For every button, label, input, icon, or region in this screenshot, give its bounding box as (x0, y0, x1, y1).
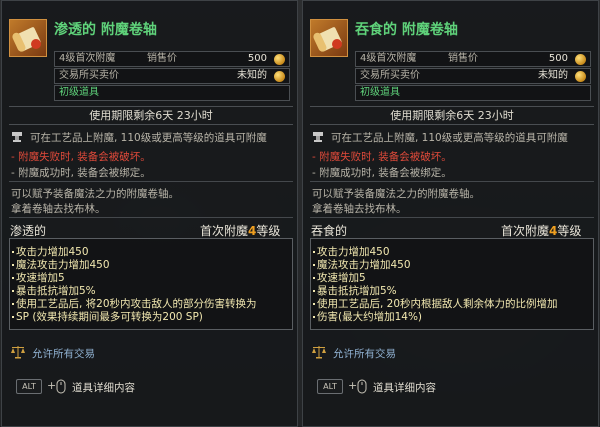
anvil-icon (313, 132, 323, 142)
enchant-requirement: 可在工艺品上附魔, 110级或更高等级的道具可附魔 (30, 132, 267, 144)
fail-warning: - 附魔失败时, 装备会被破坏。 (312, 151, 452, 163)
exchange-price-row: 交易所买卖价 未知的 (355, 68, 591, 84)
trade-permission: 允许所有交易 (333, 348, 396, 360)
expiry-period: 使用期限剩余6天 23小时 (310, 106, 594, 125)
stat-line-continued: SP (效果持续期间最多可转换为200 SP) (12, 311, 203, 323)
trade-permission: 允许所有交易 (32, 348, 95, 360)
enchant-tier-label: 4级首次附魔 (360, 53, 417, 64)
first-enchant-level: 首次附魔4等级 (200, 222, 280, 239)
stat-list: 攻击力增加450 魔法攻击力增加450 攻速增加5 暴击抵抗增加5% 使用工艺品… (9, 238, 293, 330)
scale-icon (312, 346, 326, 359)
alt-key: ALT (16, 379, 42, 394)
sale-price-row: 4级首次附魔 销售价 500 (355, 51, 591, 67)
expiry-period: 使用期限剩余6天 23小时 (9, 106, 293, 125)
divider (9, 181, 293, 182)
stat-line: 攻击力增加450 (313, 246, 390, 258)
sale-price-value: 500 (548, 53, 568, 64)
sale-price-label: 销售价 (448, 53, 478, 64)
enchant-tier-label: 4级首次附魔 (59, 53, 116, 64)
sale-price-label: 销售价 (147, 53, 177, 64)
stat-line-continued: 伤害(最大约增加14%) (312, 311, 423, 323)
gold-coin-icon (274, 71, 285, 82)
item-description: 可以赋予装备魔法之力的附魔卷轴。 (11, 188, 179, 200)
gold-coin-icon (274, 54, 285, 65)
stat-line: 使用工艺品后, 20秒内根据敌人剩余体力的比例增加 (313, 298, 558, 310)
gold-coin-icon (575, 54, 586, 65)
first-enchant-prefix: 首次附魔 (200, 224, 249, 238)
item-title: 渗透的 附魔卷轴 (54, 22, 157, 38)
divider (310, 217, 594, 218)
mouse-icon (357, 379, 367, 394)
plus-sign: + (348, 379, 358, 392)
first-enchant-prefix: 首次附魔 (501, 224, 550, 238)
exchange-price-row: 交易所买卖价 未知的 (54, 68, 290, 84)
anvil-icon (12, 132, 22, 142)
item-grade: 初级道具 (54, 85, 290, 101)
first-enchant-level: 首次附魔4等级 (501, 222, 581, 239)
first-enchant-suffix: 等级 (256, 224, 281, 238)
stat-line: 攻击力增加450 (12, 246, 89, 258)
enchant-requirement: 可在工艺品上附魔, 110级或更高等级的道具可附魔 (331, 132, 568, 144)
item-detail-link[interactable]: 道具详细内容 (373, 380, 436, 395)
effect-name: 吞食的 (311, 224, 348, 238)
effect-name: 渗透的 (10, 224, 47, 238)
exchange-price-value: 未知的 (237, 70, 267, 81)
item-title: 吞食的 附魔卷轴 (355, 22, 458, 38)
sale-price-row: 4级首次附魔 销售价 500 (54, 51, 290, 67)
item-hint: 拿着卷轴去找布林。 (312, 203, 407, 215)
stat-line: 魔法攻击力增加450 (12, 259, 110, 271)
exchange-price-value: 未知的 (538, 70, 568, 81)
stat-line: 暴击抵抗增加5% (313, 285, 397, 297)
item-detail-link[interactable]: 道具详细内容 (72, 380, 135, 395)
first-enchant-suffix: 等级 (557, 224, 582, 238)
stat-line: 暴击抵抗增加5% (12, 285, 96, 297)
exchange-price-label: 交易所买卖价 (360, 70, 420, 81)
plus-sign: + (47, 379, 57, 392)
alt-key: ALT (317, 379, 343, 394)
stat-line: 使用工艺品后, 将20秒内攻击敌人的部分伤害转换为 (12, 298, 257, 310)
item-grade: 初级道具 (355, 85, 591, 101)
stat-line: 攻速增加5 (313, 272, 366, 284)
gold-coin-icon (575, 71, 586, 82)
item-description: 可以赋予装备魔法之力的附魔卷轴。 (312, 188, 480, 200)
scroll-icon (310, 19, 348, 57)
exchange-price-label: 交易所买卖价 (59, 70, 119, 81)
stat-list: 攻击力增加450 魔法攻击力增加450 攻速增加5 暴击抵抗增加5% 使用工艺品… (310, 238, 594, 330)
sale-price-value: 500 (247, 53, 267, 64)
success-note: - 附魔成功时, 装备会被绑定。 (312, 167, 452, 179)
item-tooltip-left: 渗透的 附魔卷轴 4级首次附魔 销售价 500 交易所买卖价 未知的 初级道具 … (1, 0, 298, 427)
item-tooltip-right: 吞食的 附魔卷轴 4级首次附魔 销售价 500 交易所买卖价 未知的 初级道具 … (302, 0, 599, 427)
item-hint: 拿着卷轴去找布林。 (11, 203, 106, 215)
stat-line: 魔法攻击力增加450 (313, 259, 411, 271)
scroll-icon (9, 19, 47, 57)
stat-line: 攻速增加5 (12, 272, 65, 284)
success-note: - 附魔成功时, 装备会被绑定。 (11, 167, 151, 179)
mouse-icon (56, 379, 66, 394)
scale-icon (11, 346, 25, 359)
divider (9, 217, 293, 218)
divider (310, 181, 594, 182)
fail-warning: - 附魔失败时, 装备会被破坏。 (11, 151, 151, 163)
